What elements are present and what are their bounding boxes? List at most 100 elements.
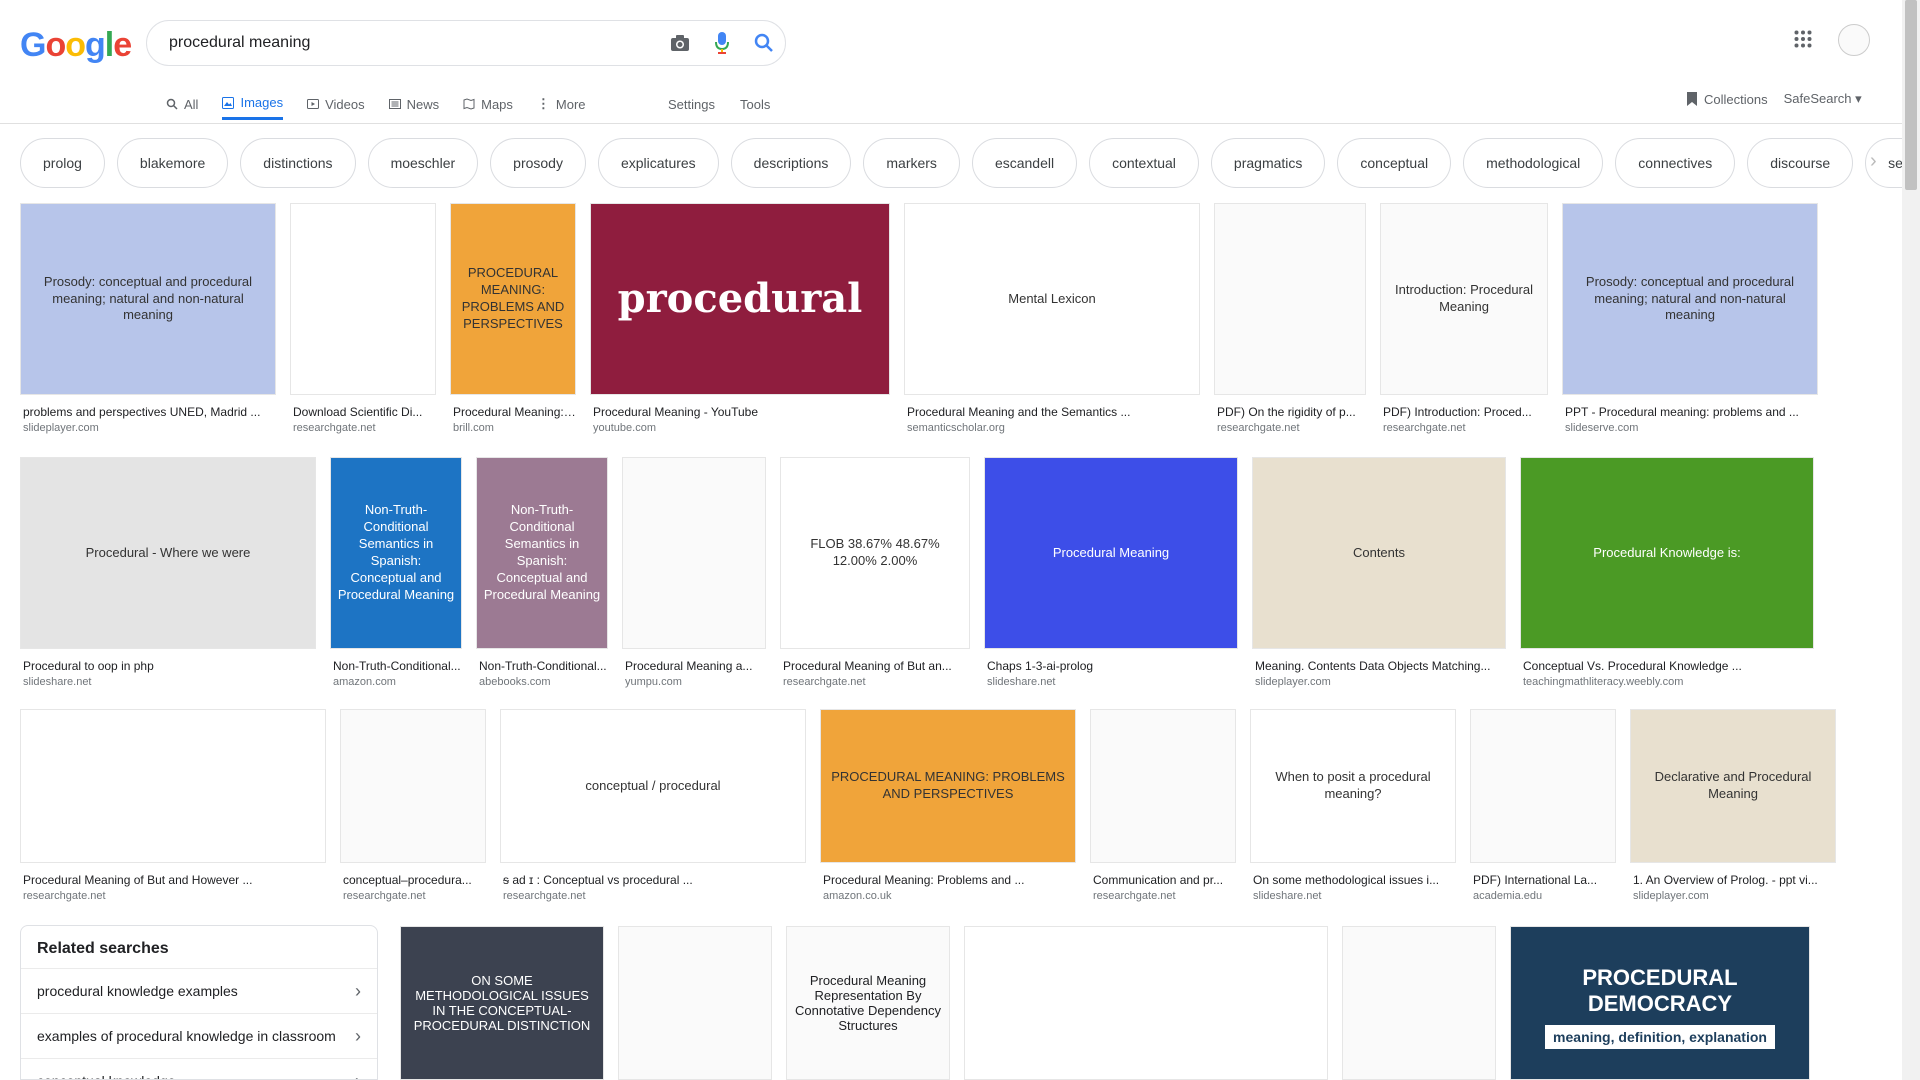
filter-chip[interactable]: pragmatics bbox=[1210, 138, 1326, 188]
image-thumbnail[interactable] bbox=[290, 203, 436, 395]
image-thumbnail[interactable] bbox=[618, 926, 772, 1080]
image-thumbnail[interactable]: PROCEDURAL DEMOCRACY meaning, definition,… bbox=[1510, 926, 1810, 1080]
filter-chip[interactable]: descriptions bbox=[730, 138, 852, 188]
filter-chip[interactable]: markers bbox=[863, 138, 960, 188]
image-result[interactable]: Prosody: conceptual and procedural meani… bbox=[1562, 203, 1818, 434]
image-thumbnail[interactable]: Procedural Meaning bbox=[984, 457, 1238, 649]
tools-link[interactable]: Tools bbox=[740, 88, 770, 120]
search-input[interactable] bbox=[167, 33, 659, 53]
image-caption[interactable]: 1. An Overview of Prolog. - ppt vi... bbox=[1630, 873, 1836, 887]
image-result[interactable]: Mental Lexicon Procedural Meaning and the… bbox=[904, 203, 1200, 434]
image-thumbnail[interactable] bbox=[20, 709, 326, 863]
apps-grid-icon[interactable] bbox=[1794, 30, 1812, 53]
image-result[interactable]: Procedural Meaning a... yumpu.com bbox=[622, 457, 766, 688]
filter-chip[interactable]: blakemore bbox=[116, 138, 229, 188]
search-icon[interactable] bbox=[743, 20, 785, 66]
chevron-right-icon[interactable]: › bbox=[1870, 150, 1877, 173]
filter-chip[interactable]: prolog bbox=[20, 138, 105, 188]
image-result[interactable]: Introduction: Procedural Meaning PDF) Int… bbox=[1380, 203, 1548, 434]
safesearch-button[interactable]: SafeSearch ▾ bbox=[1784, 91, 1862, 107]
image-thumbnail[interactable]: procedural bbox=[590, 203, 890, 395]
image-thumbnail[interactable]: ON SOME METHODOLOGICAL ISSUES IN THE CON… bbox=[400, 926, 604, 1080]
image-result[interactable]: procedural Procedural Meaning - YouTube yo… bbox=[590, 203, 890, 434]
related-search-item[interactable]: procedural knowledge examples › bbox=[21, 968, 377, 1013]
image-thumbnail[interactable]: Procedural - Where we were bbox=[20, 457, 316, 649]
tab-more[interactable]: ⋮ More bbox=[537, 88, 586, 120]
image-caption[interactable]: PDF) Introduction: Proced... bbox=[1380, 405, 1548, 419]
image-caption[interactable]: On some methodological issues i... bbox=[1250, 873, 1456, 887]
image-result[interactable]: Procedural - Where we were Procedural to … bbox=[20, 457, 316, 688]
image-result[interactable]: PDF) On the rigidity of p... researchgate… bbox=[1214, 203, 1366, 434]
image-caption[interactable]: conceptual–procedura... bbox=[340, 873, 486, 887]
image-thumbnail[interactable]: Procedural Knowledge is: bbox=[1520, 457, 1814, 649]
image-caption[interactable]: Non-Truth-Conditional... bbox=[330, 659, 462, 673]
scroll-thumb[interactable] bbox=[1905, 0, 1917, 190]
image-caption[interactable]: Procedural Meaning of But an... bbox=[780, 659, 970, 673]
image-thumbnail[interactable]: When to posit a procedural meaning? bbox=[1250, 709, 1456, 863]
image-thumbnail[interactable] bbox=[1214, 203, 1366, 395]
image-result[interactable]: Download Scientific Di... researchgate.ne… bbox=[290, 203, 436, 434]
related-search-item[interactable]: examples of procedural knowledge in clas… bbox=[21, 1013, 377, 1058]
related-search-item[interactable]: conceptual knowledge › bbox=[21, 1058, 377, 1079]
image-result[interactable]: PROCEDURAL MEANING: PROBLEMS AND PERSPEC… bbox=[450, 203, 576, 434]
image-result[interactable]: Procedural Meaning of But and However ..… bbox=[20, 709, 326, 902]
image-caption[interactable]: Procedural Meaning: Problems and ... bbox=[820, 873, 1076, 887]
filter-chip[interactable]: escandell bbox=[971, 138, 1078, 188]
image-thumbnail[interactable] bbox=[1342, 926, 1496, 1080]
image-thumbnail[interactable]: Non-Truth-Conditional Semantics in Spani… bbox=[476, 457, 608, 649]
filter-chip[interactable]: prosody bbox=[490, 138, 586, 188]
image-caption[interactable]: PDF) On the rigidity of p... bbox=[1214, 405, 1366, 419]
image-caption[interactable]: Procedural Meaning a... bbox=[622, 659, 766, 673]
image-result[interactable]: PROCEDURAL MEANING: PROBLEMS AND PERSPEC… bbox=[820, 709, 1076, 902]
image-caption[interactable]: Procedural Meaning of But and However ..… bbox=[20, 873, 326, 887]
image-result[interactable]: Prosody: conceptual and procedural meani… bbox=[20, 203, 276, 434]
image-thumbnail[interactable]: Prosody: conceptual and procedural meani… bbox=[1562, 203, 1818, 395]
image-thumbnail[interactable]: PROCEDURAL MEANING: PROBLEMS AND PERSPEC… bbox=[820, 709, 1076, 863]
image-caption[interactable]: Conceptual Vs. Procedural Knowledge ... bbox=[1520, 659, 1814, 673]
settings-link[interactable]: Settings bbox=[668, 88, 715, 120]
image-caption[interactable]: Procedural Meaning and the Semantics ... bbox=[904, 405, 1200, 419]
image-result[interactable]: Procedural Meaning Chaps 1-3-ai-prolog sli… bbox=[984, 457, 1238, 688]
image-result[interactable]: When to posit a procedural meaning? On so… bbox=[1250, 709, 1456, 902]
tab-news[interactable]: News bbox=[388, 88, 439, 120]
image-result[interactable]: conceptual–procedura... researchgate.net bbox=[340, 709, 486, 902]
image-thumbnail[interactable]: FLOB 38.67% 48.67% 12.00% 2.00% bbox=[780, 457, 970, 649]
tab-maps[interactable]: Maps bbox=[463, 88, 513, 120]
image-caption[interactable]: Procedural to oop in php bbox=[20, 659, 316, 673]
image-caption[interactable]: Download Scientific Di... bbox=[290, 405, 436, 419]
filter-chip[interactable]: moeschler bbox=[367, 138, 479, 188]
image-thumbnail[interactable] bbox=[340, 709, 486, 863]
image-result[interactable]: Communication and pr... researchgate.net bbox=[1090, 709, 1236, 902]
image-thumbnail[interactable] bbox=[964, 926, 1328, 1080]
filter-chip[interactable]: distinctions bbox=[240, 138, 356, 188]
image-thumbnail[interactable]: Procedural Meaning Representation By Con… bbox=[786, 926, 950, 1080]
microphone-icon[interactable] bbox=[701, 20, 743, 66]
image-result[interactable]: conceptual / procedural ᵴ ad ɪ : Conceptu… bbox=[500, 709, 806, 902]
image-caption[interactable]: Meaning. Contents Data Objects Matching.… bbox=[1252, 659, 1506, 673]
scrollbar[interactable] bbox=[1902, 0, 1920, 1080]
filter-chip[interactable]: contextual bbox=[1089, 138, 1199, 188]
image-caption[interactable]: ᵴ ad ɪ : Conceptual vs procedural ... bbox=[500, 873, 806, 887]
image-thumbnail[interactable] bbox=[1470, 709, 1616, 863]
image-thumbnail[interactable]: Prosody: conceptual and procedural meani… bbox=[20, 203, 276, 395]
image-thumbnail[interactable]: Contents bbox=[1252, 457, 1506, 649]
image-caption[interactable]: Procedural Meaning - YouTube bbox=[590, 405, 890, 419]
image-thumbnail[interactable]: Non-Truth-Conditional Semantics in Spani… bbox=[330, 457, 462, 649]
image-result[interactable]: PDF) International La... academia.edu bbox=[1470, 709, 1616, 902]
image-thumbnail[interactable]: Mental Lexicon bbox=[904, 203, 1200, 395]
image-result[interactable]: Procedural Knowledge is: Conceptual Vs. P… bbox=[1520, 457, 1814, 688]
filter-chip[interactable]: explicatures bbox=[597, 138, 719, 188]
filter-chip[interactable]: discourse bbox=[1747, 138, 1854, 188]
tab-videos[interactable]: Videos bbox=[307, 88, 365, 120]
collections-button[interactable]: Collections bbox=[1686, 92, 1768, 107]
google-logo[interactable]: Google bbox=[20, 26, 132, 65]
image-thumbnail[interactable]: Introduction: Procedural Meaning bbox=[1380, 203, 1548, 395]
image-caption[interactable]: Communication and pr... bbox=[1090, 873, 1236, 887]
filter-chip[interactable]: conceptual bbox=[1337, 138, 1452, 188]
image-result[interactable]: Non-Truth-Conditional Semantics in Spani… bbox=[476, 457, 608, 688]
image-thumbnail[interactable]: PROCEDURAL MEANING: PROBLEMS AND PERSPEC… bbox=[450, 203, 576, 395]
camera-icon[interactable] bbox=[659, 20, 701, 66]
image-caption[interactable]: PDF) International La... bbox=[1470, 873, 1616, 887]
tab-images[interactable]: Images bbox=[222, 88, 284, 120]
image-caption[interactable]: Chaps 1-3-ai-prolog bbox=[984, 659, 1238, 673]
